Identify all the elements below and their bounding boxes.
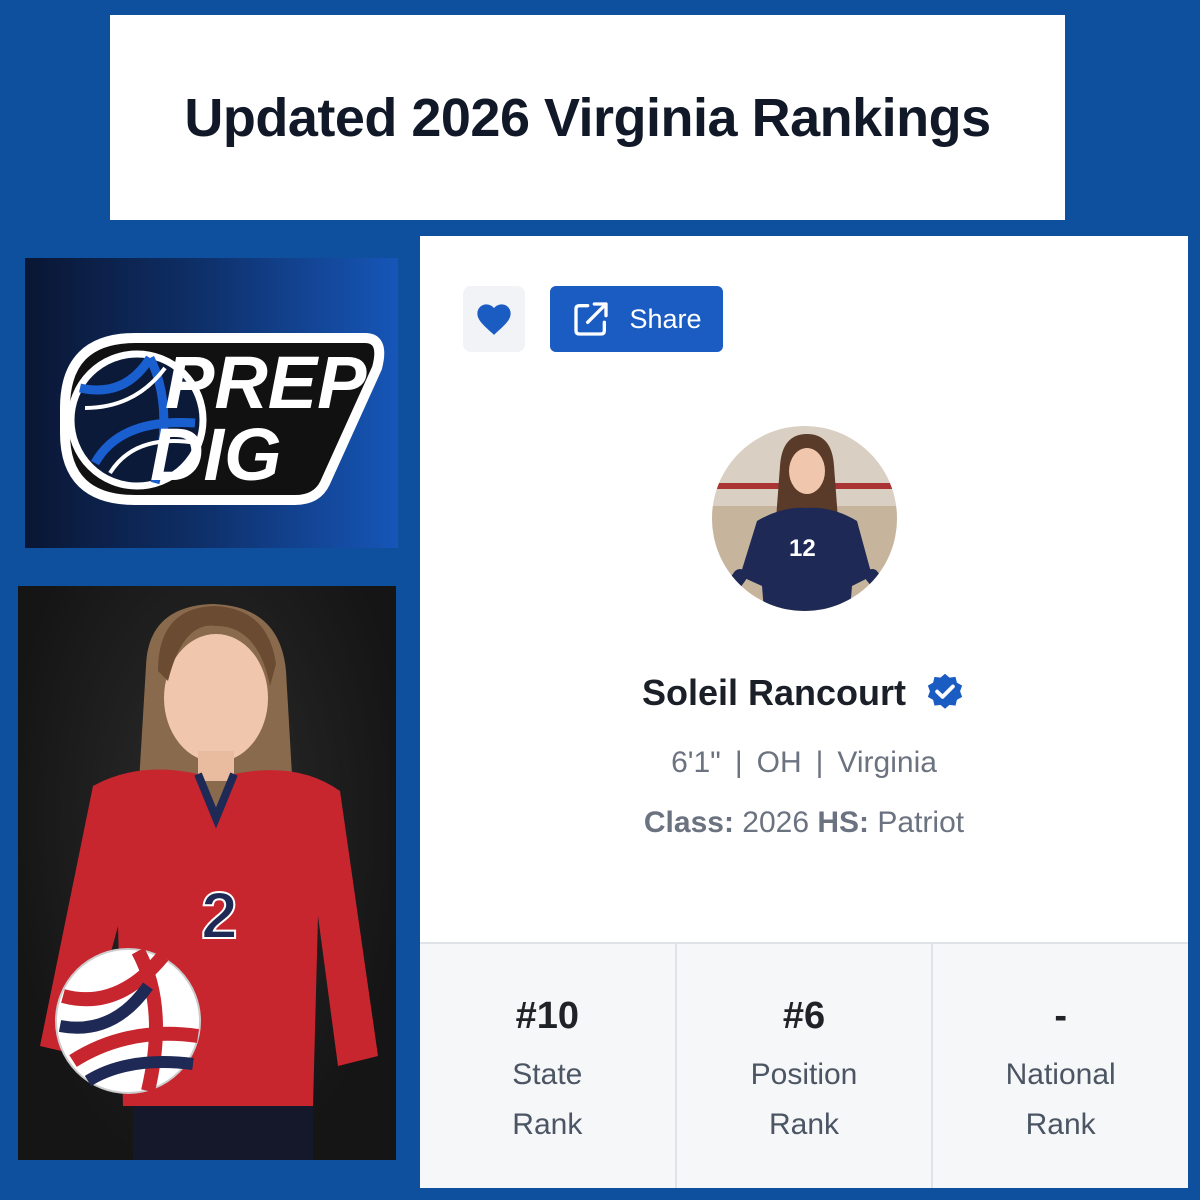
class-label: Class:: [643, 806, 734, 839]
heart-icon: [477, 304, 511, 335]
national-rank-value: -: [1054, 995, 1067, 1037]
class-value: 2026: [742, 806, 810, 839]
prep-dig-logo-graphic: PREP DIG: [60, 333, 385, 505]
state-rank-label: State Rank: [512, 1058, 583, 1141]
player-state: Virginia: [837, 746, 937, 779]
player-position: OH: [756, 746, 802, 779]
position-rank-label: Position Rank: [750, 1058, 858, 1141]
rankings-grid: #10 State Rank #6 Position Rank - Nation…: [420, 942, 1188, 1188]
player-profile-card: Share 12 Soleil Rancourt 6'1" | OH | Virgini…: [420, 236, 1188, 1188]
player-photo: 2: [18, 586, 396, 1160]
position-rank-cell: #6 Position Rank: [677, 944, 934, 1188]
player-height: 6'1": [671, 746, 721, 779]
verified-badge-icon: [927, 673, 963, 709]
favorite-button[interactable]: [463, 286, 525, 352]
national-rank-label: National Rank: [1005, 1058, 1116, 1141]
player-name: Soleil Rancourt: [641, 672, 907, 713]
player-name-row: Soleil Rancourt: [420, 668, 1188, 718]
position-rank-value: #6: [782, 995, 826, 1037]
logo-line-dig: DIG: [150, 413, 282, 496]
headline-title: Updated 2026 Virginia Rankings: [184, 87, 991, 148]
player-avatar: 12: [712, 426, 897, 611]
external-link-icon: [574, 302, 609, 336]
state-rank-value: #10: [515, 995, 580, 1037]
player-class-school: Class: 2026 HS: Patriot: [420, 806, 1188, 840]
hs-value: Patriot: [877, 806, 965, 839]
logo-line-prep: PREP: [165, 341, 367, 424]
hs-label: HS:: [817, 806, 870, 839]
headline-banner: Updated 2026 Virginia Rankings: [110, 15, 1065, 220]
photo-jersey-number: 2: [201, 878, 238, 952]
prep-dig-logo: PREP DIG: [25, 258, 398, 548]
player-attributes: 6'1" | OH | Virginia: [671, 746, 937, 779]
share-button-label: Share: [629, 303, 702, 334]
avatar-jersey-number: 12: [789, 535, 816, 562]
player-photo-illustration: 2: [40, 604, 378, 1160]
state-rank-cell: #10 State Rank: [420, 944, 677, 1188]
share-button[interactable]: Share: [550, 286, 723, 352]
avatar-photo: 12: [712, 426, 897, 611]
national-rank-cell: - National Rank: [933, 944, 1188, 1188]
